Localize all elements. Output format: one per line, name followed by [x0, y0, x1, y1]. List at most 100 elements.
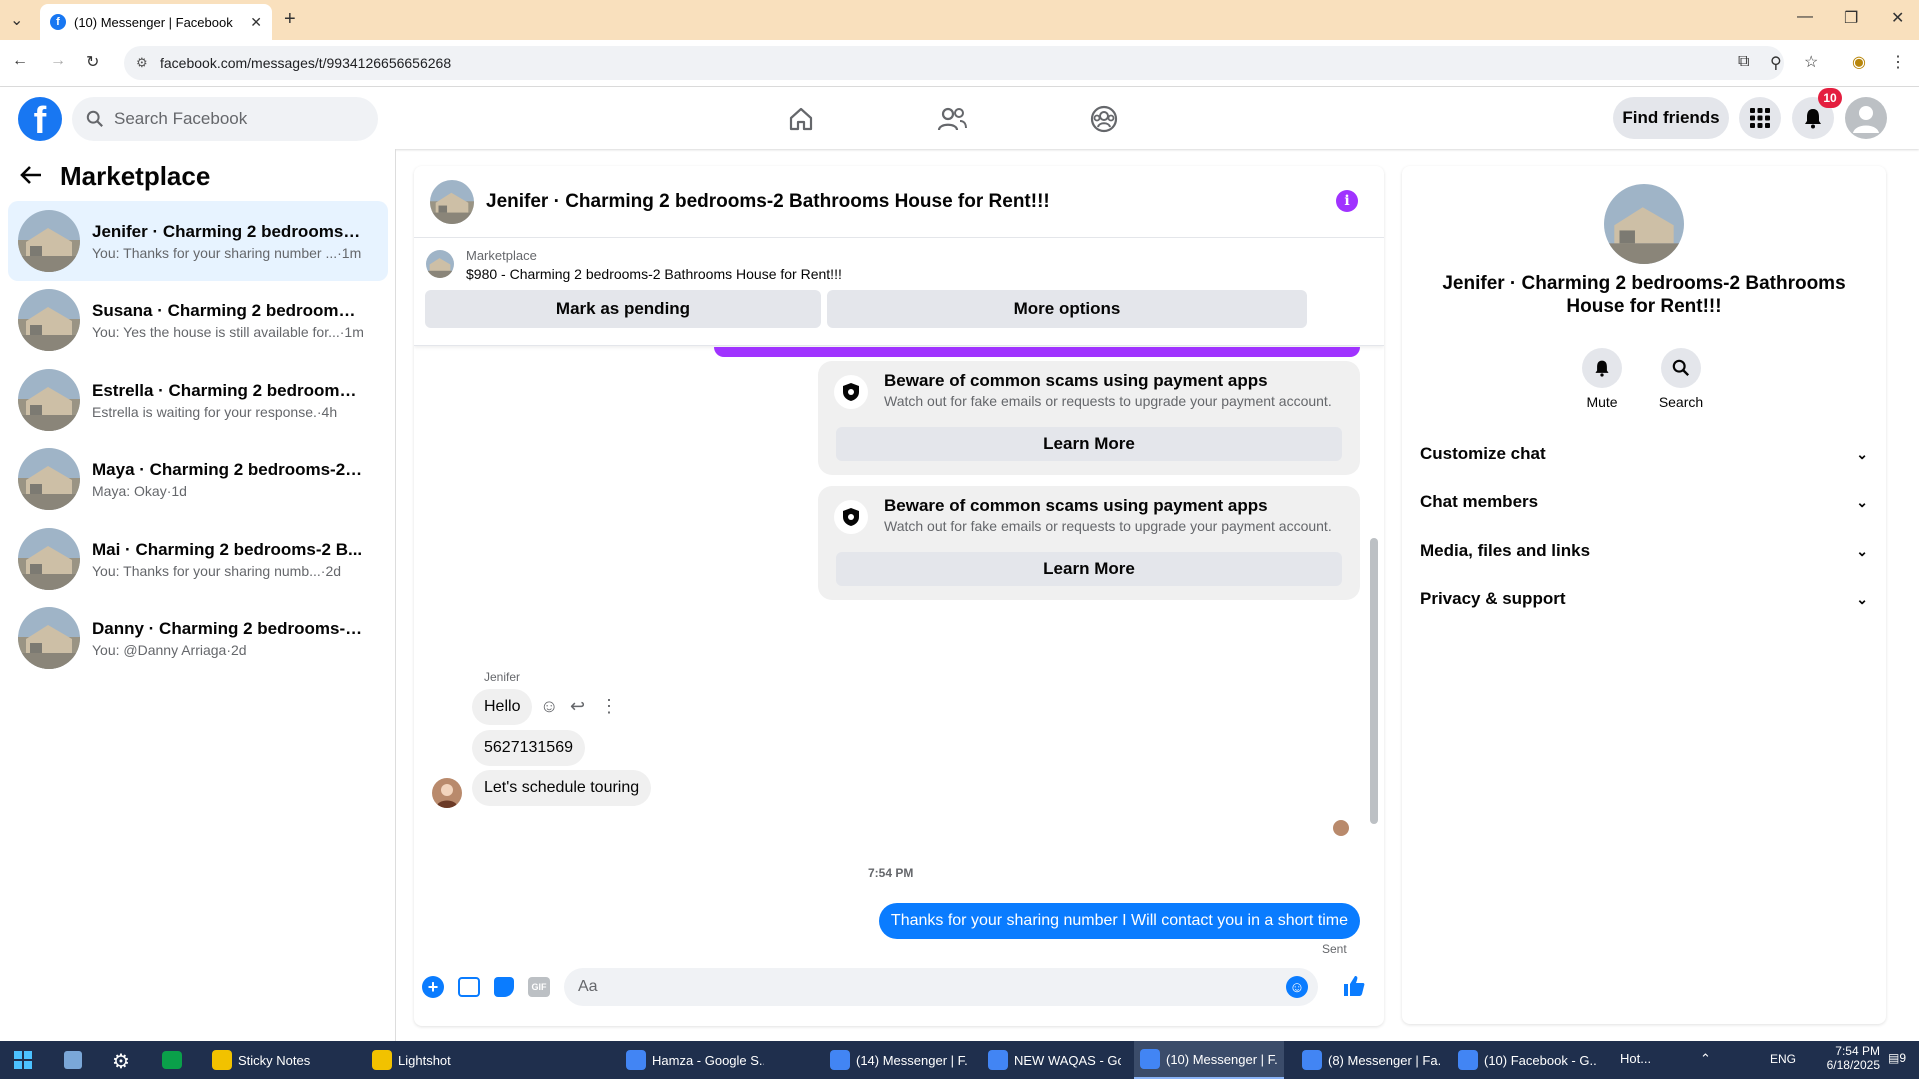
friends-icon[interactable] [932, 99, 972, 139]
conversation-item[interactable]: Danny · Charming 2 bedrooms-2 B... You: @… [8, 598, 388, 678]
learn-more-button[interactable]: Learn More [836, 552, 1342, 586]
tray-chevron-icon[interactable]: ⌃ [1700, 1051, 1711, 1067]
mute-action[interactable]: Mute [1572, 348, 1632, 410]
taskbar-item-label: (10) Messenger | F... [1166, 1051, 1278, 1067]
url-field[interactable]: ⚙ facebook.com/messages/t/99341266566562… [124, 46, 1784, 80]
conversation-item[interactable]: Maya · Charming 2 bedrooms-2 B... Maya: O… [8, 439, 388, 519]
install-icon[interactable]: ⧉ [1738, 53, 1749, 71]
taskbar-app-item[interactable]: (8) Messenger | Fa... [1296, 1041, 1446, 1079]
message-bubble[interactable]: Let's schedule touring [472, 770, 652, 806]
home-icon[interactable] [781, 99, 821, 139]
reload-icon[interactable]: ↻ [86, 52, 99, 72]
conversation-preview: You: Thanks for your sharing number ...·… [92, 244, 362, 261]
taskbar-item-label: (8) Messenger | Fa... [1328, 1052, 1440, 1068]
back-icon[interactable]: ← [12, 52, 28, 70]
new-tab-icon[interactable]: + [284, 8, 296, 31]
file-explorer-icon[interactable] [64, 1051, 82, 1069]
forward-icon[interactable]: → [50, 52, 66, 70]
language-indicator[interactable]: ENG [1770, 1052, 1796, 1066]
tab-title: (10) Messenger | Facebook [74, 14, 233, 30]
add-plus-icon[interactable]: + [422, 976, 444, 998]
windows-taskbar: ⚙ Sticky Notes Lightshot Hamza - Google S.… [0, 1041, 1919, 1079]
clock[interactable]: 7:54 PM 6/18/2025 [1810, 1044, 1880, 1072]
details-avatar[interactable] [1604, 184, 1684, 264]
zoom-icon[interactable]: ⚲ [1770, 53, 1782, 73]
chat-scrollbar[interactable] [1370, 538, 1378, 824]
menu-grid-icon[interactable] [1739, 97, 1781, 139]
sticker-icon[interactable] [494, 977, 514, 997]
search-action[interactable]: Search [1651, 348, 1711, 410]
taskbar-app-item[interactable]: Lightshot [366, 1041, 506, 1079]
restore-icon[interactable]: ❐ [1844, 8, 1858, 28]
browser-tab-bar: ⌄ f (10) Messenger | Facebook ✕ + — ❐ ✕ [0, 0, 1919, 40]
customize-chat-section[interactable]: Customize chat ⌄ [1420, 434, 1868, 474]
section-label: Chat members [1420, 492, 1539, 511]
privacy-support-section[interactable]: Privacy & support ⌄ [1420, 579, 1868, 619]
like-thumb-icon[interactable] [1342, 974, 1366, 998]
emoji-icon[interactable]: ☺ [1286, 976, 1308, 998]
taskbar-app-item[interactable]: (10) Messenger | F... [1134, 1041, 1284, 1079]
chat-members-section[interactable]: Chat members ⌄ [1420, 482, 1868, 522]
account-avatar[interactable] [1845, 97, 1887, 139]
taskbar-app-item[interactable]: (10) Facebook - G... [1452, 1041, 1602, 1079]
taskbar-item-label: Hamza - Google S... [652, 1052, 764, 1068]
find-friends-button[interactable]: Find friends [1613, 97, 1729, 139]
search-label: Search [1658, 394, 1704, 410]
conversation-item[interactable]: Jenifer · Charming 2 bedrooms-2 ... You: … [8, 201, 388, 281]
windows-start-icon[interactable] [14, 1051, 32, 1069]
chat-title: Jenifer · Charming 2 bedrooms-2 Bathroom… [486, 190, 1050, 212]
profile-icon[interactable]: ◉ [1852, 52, 1866, 72]
message-bubble[interactable]: Hello [472, 689, 533, 725]
app-icon [830, 1050, 850, 1070]
info-icon[interactable]: i [1336, 190, 1358, 212]
section-label: Privacy & support [1420, 589, 1566, 608]
chat-header[interactable]: Jenifer · Charming 2 bedrooms-2 Bathroom… [414, 166, 1384, 238]
chrome-menu-icon[interactable]: ⋮ [1890, 52, 1906, 72]
settings-gear-icon[interactable]: ⚙ [112, 1049, 130, 1074]
message-bubble[interactable]: 5627131569 [472, 730, 585, 766]
more-dots-icon[interactable]: ⋮ [600, 696, 618, 717]
conversation-item[interactable]: Susana · Charming 2 bedrooms-2 ... You: Y… [8, 280, 388, 360]
listing-thumbnail[interactable] [426, 250, 454, 278]
previous-message-bubble [714, 347, 1360, 357]
conversation-name: Maya · Charming 2 bedrooms-2 B... [92, 459, 364, 479]
sender-avatar[interactable] [432, 778, 462, 808]
back-arrow-icon[interactable] [20, 165, 42, 185]
facebook-logo-icon[interactable]: f [18, 97, 62, 141]
message-timestamp: 7:54 PM [868, 866, 914, 880]
media-files-links-section[interactable]: Media, files and links ⌄ [1420, 531, 1868, 571]
taskbar-item-label: (10) Facebook - G... [1484, 1052, 1596, 1068]
close-window-icon[interactable]: ✕ [1891, 8, 1904, 28]
close-tab-icon[interactable]: ✕ [250, 14, 262, 31]
weather-widget[interactable]: Hot... [1620, 1051, 1651, 1066]
more-options-button[interactable]: More options [827, 290, 1307, 328]
conversation-item[interactable]: Estrella · Charming 2 bedrooms-2 ... Estr… [8, 360, 388, 440]
minimize-icon[interactable]: — [1797, 8, 1813, 26]
app-icon [212, 1050, 232, 1070]
taskbar-app-item[interactable]: NEW WAQAS - Go... [982, 1041, 1127, 1079]
my-message-bubble[interactable]: Thanks for your sharing number I Will co… [878, 903, 1360, 939]
mark-as-pending-button[interactable]: Mark as pending [425, 290, 821, 328]
taskbar-app-item[interactable]: Sticky Notes [206, 1041, 356, 1079]
learn-more-button[interactable]: Learn More [836, 427, 1342, 461]
taskbar-app-item[interactable]: Hamza - Google S... [620, 1041, 770, 1079]
photo-icon[interactable] [458, 977, 480, 997]
tab-search-chevron-icon[interactable]: ⌄ [10, 10, 23, 30]
groups-icon[interactable] [1084, 99, 1124, 139]
bookmark-star-icon[interactable]: ☆ [1804, 52, 1818, 72]
listing-price-title[interactable]: $980 - Charming 2 bedrooms-2 Bathrooms H… [466, 266, 842, 282]
conversation-item[interactable]: Mai · Charming 2 bedrooms-2 B... You: Tha… [8, 519, 388, 599]
conversation-avatar [18, 210, 80, 272]
site-info-icon[interactable]: ⚙ [136, 55, 148, 71]
message-composer: + GIF Aa ☺ [414, 956, 1384, 1026]
app-icon[interactable] [162, 1051, 182, 1069]
taskbar-item-label: (14) Messenger | F... [856, 1052, 968, 1068]
notification-center-icon[interactable]: ▤9 [1888, 1051, 1906, 1065]
taskbar-app-item[interactable]: (14) Messenger | F... [824, 1041, 974, 1079]
message-input[interactable]: Aa ☺ [564, 968, 1318, 1006]
search-input[interactable]: Search Facebook [72, 97, 378, 141]
react-emoji-icon[interactable]: ☺ [540, 696, 558, 717]
reply-icon[interactable]: ↩ [570, 696, 585, 717]
gif-icon[interactable]: GIF [528, 977, 550, 997]
browser-tab-active[interactable]: f (10) Messenger | Facebook ✕ [40, 4, 272, 40]
